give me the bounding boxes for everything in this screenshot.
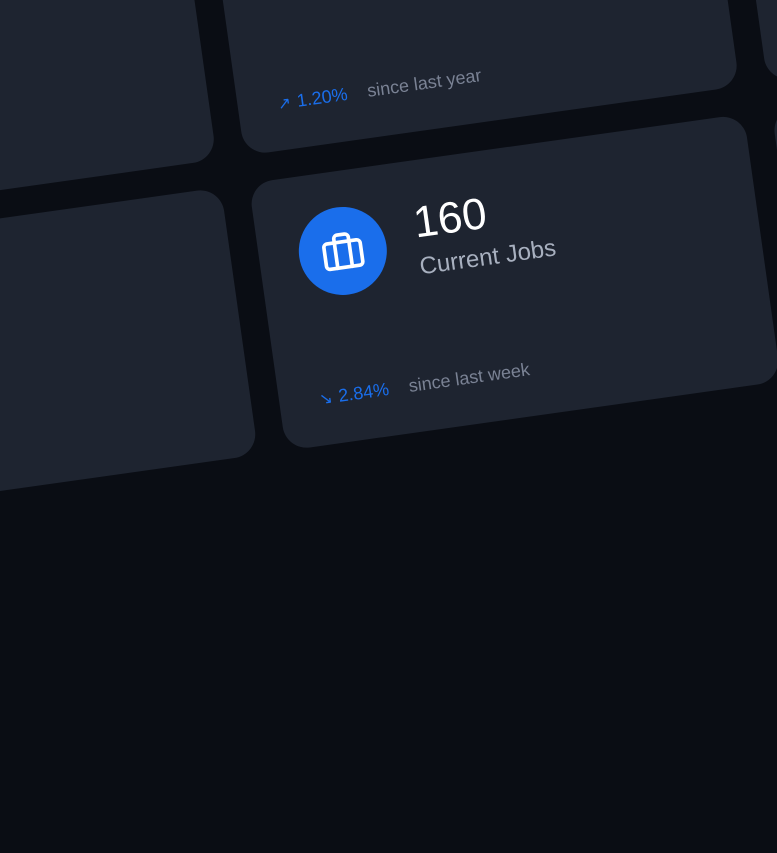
stat-card: ↘ 2.84 [730,0,777,82]
arrow-down-right-icon: ↘ [318,387,334,409]
stat-delta: ↘ 2.84% [318,379,391,410]
stat-delta: ↗ 1.20% [276,84,349,115]
stat-delta-value: 2.84% [337,379,390,407]
stat-since: since last year [366,65,483,102]
arrow-up-right-icon: ↗ [276,92,292,114]
percent-icon [252,0,351,6]
stat-since: since last week [407,359,531,397]
stat-card-current-jobs: 160 Current Jobs ↘ 2.84% since last week [249,114,777,451]
stat-card [0,187,258,524]
dashboard-cards-canvas: b ce 49.65% Performance ↗ 1.20% since la… [0,0,777,853]
stat-delta-value: 1.20% [296,84,349,112]
briefcase-icon [293,201,392,300]
